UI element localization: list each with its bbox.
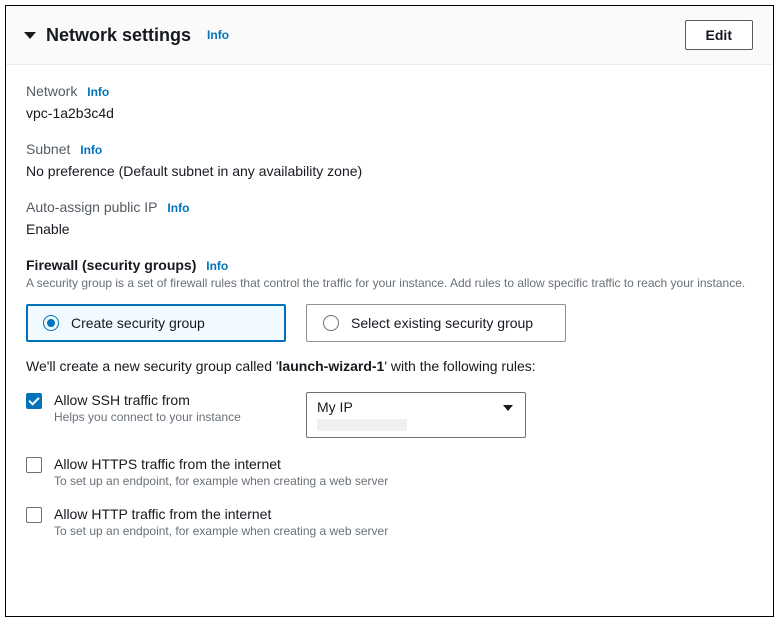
subnet-field: Subnet Info No preference (Default subne…: [26, 141, 753, 179]
public-ip-label: Auto-assign public IP: [26, 199, 158, 215]
edit-button[interactable]: Edit: [685, 20, 753, 50]
network-info-link[interactable]: Info: [87, 85, 109, 99]
subnet-label: Subnet: [26, 141, 70, 157]
public-ip-info-link[interactable]: Info: [167, 201, 189, 215]
select-sg-radio[interactable]: Select existing security group: [306, 304, 566, 342]
panel-title: Network settings: [46, 25, 191, 46]
chevron-down-icon: [503, 405, 513, 411]
panel-header: Network settings Info Edit: [6, 6, 773, 65]
ssh-rule-desc: Helps you connect to your instance: [54, 410, 284, 424]
public-ip-value: Enable: [26, 221, 753, 237]
panel-header-left: Network settings Info: [24, 25, 229, 46]
firewall-info-link[interactable]: Info: [206, 259, 228, 273]
http-rule: Allow HTTP traffic from the internet To …: [26, 506, 753, 538]
subnet-value: No preference (Default subnet in any ava…: [26, 163, 753, 179]
ssh-rule-label: Allow SSH traffic from: [54, 392, 284, 408]
ssh-source-select[interactable]: My IP: [306, 392, 526, 438]
public-ip-field: Auto-assign public IP Info Enable: [26, 199, 753, 237]
radio-icon: [43, 315, 59, 331]
firewall-label: Firewall (security groups): [26, 257, 196, 273]
http-checkbox[interactable]: [26, 507, 42, 523]
http-rule-label: Allow HTTP traffic from the internet: [54, 506, 753, 522]
network-label: Network: [26, 83, 77, 99]
firewall-radio-group: Create security group Select existing se…: [26, 304, 753, 342]
panel-body: Network Info vpc-1a2b3c4d Subnet Info No…: [6, 65, 773, 564]
sg-creation-text: We'll create a new security group called…: [26, 358, 753, 374]
create-sg-label: Create security group: [71, 315, 205, 331]
ssh-source-value: My IP: [317, 399, 515, 415]
radio-icon: [323, 315, 339, 331]
firewall-field: Firewall (security groups) Info A securi…: [26, 257, 753, 538]
https-rule: Allow HTTPS traffic from the internet To…: [26, 456, 753, 488]
ssh-source-ip-placeholder: [317, 419, 407, 431]
firewall-description: A security group is a set of firewall ru…: [26, 275, 753, 292]
subnet-info-link[interactable]: Info: [80, 143, 102, 157]
header-info-link[interactable]: Info: [207, 28, 229, 42]
https-rule-desc: To set up an endpoint, for example when …: [54, 474, 753, 488]
https-checkbox[interactable]: [26, 457, 42, 473]
create-sg-radio[interactable]: Create security group: [26, 304, 286, 342]
network-settings-panel: Network settings Info Edit Network Info …: [5, 5, 774, 617]
http-rule-desc: To set up an endpoint, for example when …: [54, 524, 753, 538]
select-sg-label: Select existing security group: [351, 315, 533, 331]
network-field: Network Info vpc-1a2b3c4d: [26, 83, 753, 121]
collapse-caret-icon[interactable]: [24, 32, 36, 39]
ssh-rule: Allow SSH traffic from Helps you connect…: [26, 392, 753, 438]
sg-name: launch-wizard-1: [279, 358, 385, 374]
ssh-checkbox[interactable]: [26, 393, 42, 409]
network-value: vpc-1a2b3c4d: [26, 105, 753, 121]
https-rule-label: Allow HTTPS traffic from the internet: [54, 456, 753, 472]
